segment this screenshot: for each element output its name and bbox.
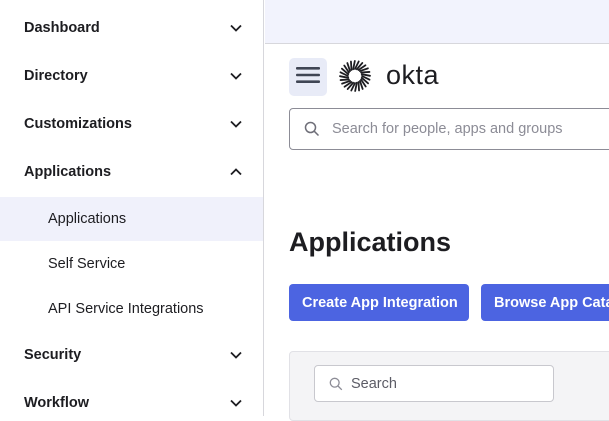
sidebar-section-label: Dashboard: [24, 20, 100, 36]
chevron-up-icon: [229, 165, 243, 179]
sidebar-section-label: Applications: [24, 164, 112, 180]
search-icon: [329, 377, 343, 391]
button-label: Create App Integration: [302, 294, 458, 311]
menu-toggle-button[interactable]: [289, 58, 327, 96]
sidebar-section-dashboard[interactable]: Dashboard: [0, 10, 263, 46]
page-title: Applications: [289, 227, 452, 257]
sidebar-section-security[interactable]: Security: [0, 337, 263, 373]
chevron-down-icon: [229, 117, 243, 131]
global-search-input[interactable]: [330, 120, 594, 138]
sidebar-section-label: Directory: [24, 68, 88, 84]
chevron-down-icon: [229, 396, 243, 410]
sidebar-section-directory[interactable]: Directory: [0, 58, 263, 94]
okta-sunburst-icon: [339, 60, 371, 92]
hamburger-menu-icon: [296, 66, 320, 89]
sidebar-section-label: Customizations: [24, 116, 132, 132]
global-search[interactable]: [289, 108, 609, 150]
apps-search[interactable]: [314, 365, 554, 402]
chevron-down-icon: [229, 348, 243, 362]
okta-logo-text: okta: [386, 60, 440, 90]
browse-app-catalog-button[interactable]: Browse App Catalog: [481, 284, 609, 321]
sidebar-section-label: Workflow: [24, 395, 89, 411]
chevron-down-icon: [229, 21, 243, 35]
sidebar-section-customizations[interactable]: Customizations: [0, 106, 263, 142]
chevron-down-icon: [229, 69, 243, 83]
top-bar: [265, 0, 609, 44]
search-icon: [304, 121, 320, 137]
sidebar-item-label: Applications: [48, 211, 127, 227]
sidebar-item-self-service[interactable]: Self Service: [0, 242, 263, 286]
sidebar-section-label: Security: [24, 347, 82, 363]
button-label: Browse App Catalog: [494, 294, 609, 311]
sidebar-item-applications[interactable]: Applications: [0, 197, 263, 241]
sidebar-item-label: API Service Integrations: [48, 301, 204, 317]
sidebar-section-applications[interactable]: Applications: [0, 154, 263, 190]
sidebar-item-api-service-integrations[interactable]: API Service Integrations: [0, 287, 263, 331]
sidebar-nav: Dashboard Directory Customizations Appli…: [0, 0, 264, 416]
sidebar-item-label: Self Service: [48, 256, 126, 272]
create-app-integration-button[interactable]: Create App Integration: [289, 284, 469, 321]
apps-search-input[interactable]: [349, 374, 543, 393]
